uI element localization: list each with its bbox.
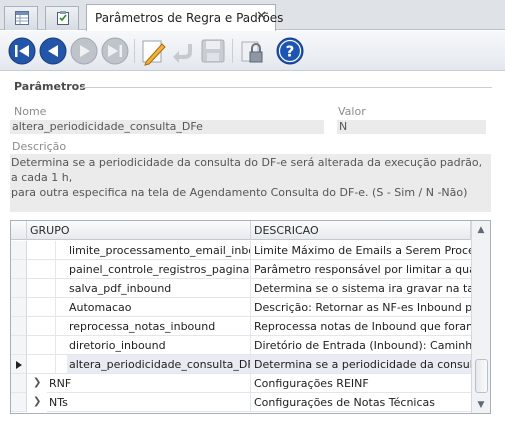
group-row-nts[interactable]: ❯ NTs Configurações de Notas Técnicas: [11, 393, 471, 412]
cell-description: Parâmetro responsável por limitar a quan…: [251, 260, 471, 279]
undo-icon[interactable]: [168, 36, 198, 66]
first-record-icon[interactable]: [7, 36, 37, 66]
svg-text:?: ?: [286, 43, 295, 61]
name-field[interactable]: altera_periodicidade_consulta_DFe: [10, 120, 324, 134]
cell-name: Automacao: [67, 298, 251, 317]
scroll-up-icon[interactable]: ▲: [475, 224, 487, 236]
toolbar: ?: [0, 31, 505, 71]
scroll-down-icon[interactable]: ▼: [475, 399, 487, 411]
next-record-icon[interactable]: [69, 36, 99, 66]
expand-chevron-icon[interactable]: ❯: [33, 377, 41, 388]
cell-name: altera_periodicidade_consulta_DFe: [67, 355, 251, 374]
cell-description: Determina se o sistema ira gravar na tab…: [251, 279, 471, 298]
name-label: Nome: [14, 105, 47, 118]
cell-name: painel_controle_registros_paginac...: [67, 260, 251, 279]
table-row[interactable]: reprocessa_notas_inbound Reprocessa nota…: [11, 317, 471, 336]
grid-header: GRUPO DESCRICAO: [11, 221, 471, 240]
toolbar-separator: [134, 39, 135, 63]
cell-name: reprocessa_notas_inbound: [67, 317, 251, 336]
table-row[interactable]: Automacao Descrição: Retornar as NF-es I…: [11, 298, 471, 317]
lock-icon[interactable]: [238, 36, 268, 66]
cell-name: salva_pdf_inbound: [67, 279, 251, 298]
cell-description: Limite Máximo de Emails a Serem Processa…: [251, 241, 471, 260]
save-icon[interactable]: [198, 36, 228, 66]
cell-name: diretorio_inbound: [67, 336, 251, 355]
cell-description: Reprocessa notas de Inbound que foram r.…: [251, 317, 471, 336]
description-field[interactable]: Determina se a periodicidade da consulta…: [10, 154, 491, 212]
tab-parametros[interactable]: Parâmetros de Regra e Padrões ✕: [86, 4, 283, 31]
description-line: para outra especifica na tela de Agendam…: [11, 186, 468, 199]
tab-grid[interactable]: [4, 6, 38, 30]
parameters-grid: GRUPO DESCRICAO limite_processamento_ema…: [10, 220, 491, 414]
row-indicator-icon: [16, 361, 22, 369]
description-label: Descrição: [12, 140, 67, 153]
edit-icon[interactable]: [138, 36, 168, 66]
column-header-descricao[interactable]: DESCRICAO: [251, 221, 471, 240]
previous-record-icon[interactable]: [38, 36, 68, 66]
group-description: Configurações REINF: [251, 374, 471, 393]
cell-name: limite_processamento_email_inbound: [67, 241, 251, 260]
table-row[interactable]: diretorio_inbound Diretório de Entrada (…: [11, 336, 471, 355]
table-row[interactable]: limite_processamento_email_inbound Limit…: [11, 241, 471, 260]
expand-chevron-icon[interactable]: ❯: [33, 396, 41, 407]
description-line: Determina se a periodicidade da consulta…: [11, 156, 483, 184]
cell-description: Diretório de Entrada (Inbound): Caminho …: [251, 336, 471, 355]
value-field[interactable]: N: [337, 120, 486, 134]
group-description: Configurações de Notas Técnicas: [251, 393, 471, 412]
vertical-scrollbar[interactable]: ▲ ▼: [471, 221, 490, 413]
tab-checklist[interactable]: [45, 6, 79, 30]
last-record-icon[interactable]: [100, 36, 130, 66]
help-icon[interactable]: ?: [275, 36, 305, 66]
section-title: Parâmetros: [14, 80, 86, 93]
scroll-thumb[interactable]: [475, 359, 488, 393]
group-row-rnf[interactable]: ❯ RNF Configurações REINF: [11, 374, 471, 393]
group-name: NTs: [47, 393, 251, 412]
checklist-icon: [57, 11, 69, 25]
table-row-selected[interactable]: altera_periodicidade_consulta_DFe Determ…: [11, 355, 471, 374]
table-row[interactable]: painel_controle_registros_paginac... Par…: [11, 260, 471, 279]
header-indicator: [11, 221, 27, 240]
section-divider: [80, 87, 492, 88]
grid-icon: [15, 11, 29, 25]
cell-description: Determina se a periodicidade da consulta…: [251, 355, 471, 374]
toolbar-separator: [232, 39, 233, 63]
group-name: RNF: [47, 374, 251, 393]
table-row[interactable]: salva_pdf_inbound Determina se o sistema…: [11, 279, 471, 298]
value-label: Valor: [338, 105, 366, 118]
tab-strip: Parâmetros de Regra e Padrões ✕: [0, 0, 505, 31]
close-icon[interactable]: ✕: [256, 9, 267, 24]
cell-description: Descrição: Retornar as NF-es Inbound par…: [251, 298, 471, 317]
column-header-grupo[interactable]: GRUPO: [27, 221, 251, 240]
